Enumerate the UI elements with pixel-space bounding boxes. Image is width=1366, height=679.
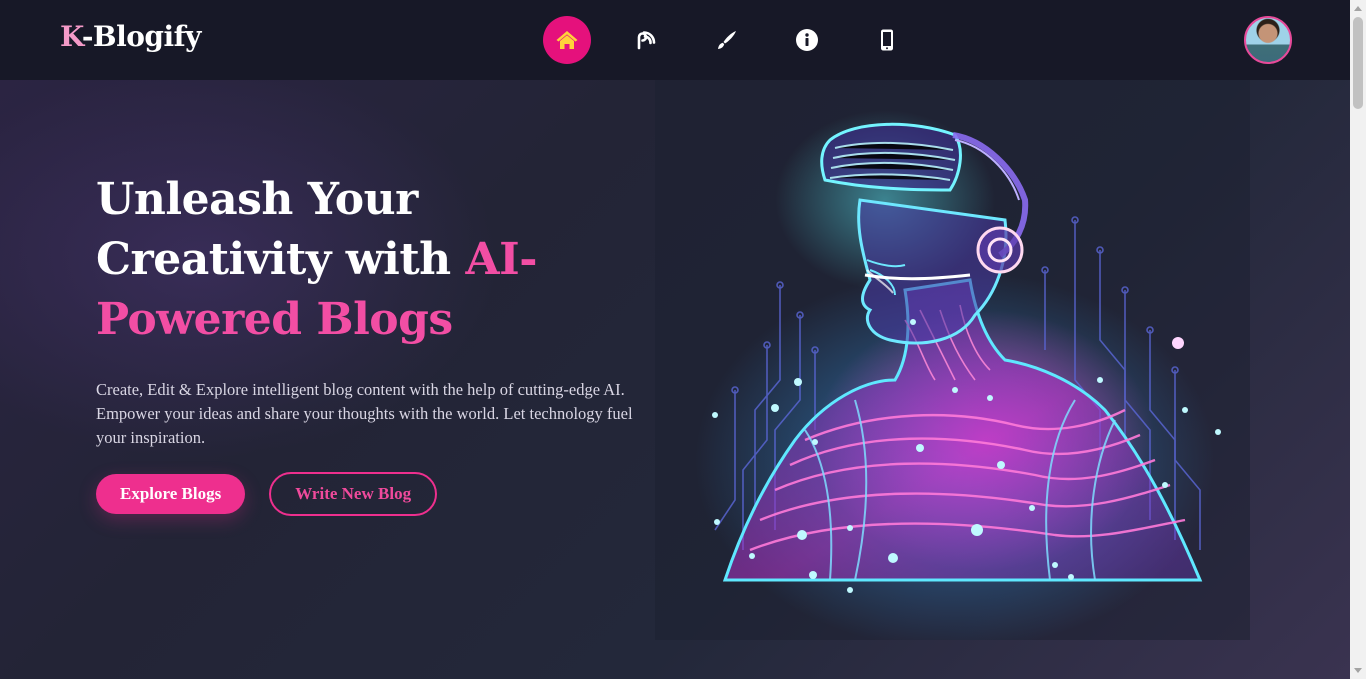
explore-blogs-button[interactable]: Explore Blogs bbox=[96, 474, 246, 514]
hero-section: Unleash Your Creativity with AI- Powered… bbox=[96, 170, 676, 516]
pen-icon bbox=[718, 31, 736, 49]
user-avatar[interactable] bbox=[1244, 16, 1292, 64]
page-scrollbar[interactable] bbox=[1350, 0, 1366, 679]
brand-logo[interactable]: K-Blogify bbox=[60, 20, 201, 53]
hero-title-accent-1: AI- bbox=[465, 234, 537, 285]
scroll-down-arrow-icon[interactable] bbox=[1354, 668, 1362, 673]
hero-title-line2: Creativity with bbox=[96, 234, 466, 285]
hero-illustration bbox=[655, 80, 1250, 640]
nav-contact-button[interactable] bbox=[863, 16, 911, 64]
main-nav bbox=[543, 16, 911, 64]
brand-logo-text: -Blogify bbox=[81, 20, 202, 53]
hero-title-line1: Unleash Your bbox=[96, 174, 418, 225]
blog-icon bbox=[637, 31, 656, 50]
nav-about-button[interactable] bbox=[783, 16, 831, 64]
page-background: K-Blogify Unleash Your Creativity with A… bbox=[0, 0, 1350, 679]
hero-subtitle: Create, Edit & Explore intelligent blog … bbox=[96, 380, 633, 447]
scrollbar-thumb[interactable] bbox=[1353, 17, 1363, 109]
navbar: K-Blogify bbox=[0, 0, 1350, 80]
brand-logo-initial: K bbox=[60, 20, 82, 53]
hero-title-accent-2: Powered Blogs bbox=[96, 294, 453, 345]
home-icon bbox=[556, 31, 578, 49]
scroll-up-arrow-icon[interactable] bbox=[1354, 6, 1362, 11]
mobile-icon bbox=[881, 29, 893, 51]
nav-blogs-button[interactable] bbox=[623, 16, 671, 64]
write-new-blog-button[interactable]: Write New Blog bbox=[269, 472, 438, 516]
hero-title: Unleash Your Creativity with AI- Powered… bbox=[96, 170, 676, 350]
hero-buttons: Explore Blogs Write New Blog bbox=[96, 472, 676, 516]
nav-home-button[interactable] bbox=[543, 16, 591, 64]
info-icon bbox=[796, 29, 818, 51]
nav-write-button[interactable] bbox=[703, 16, 751, 64]
